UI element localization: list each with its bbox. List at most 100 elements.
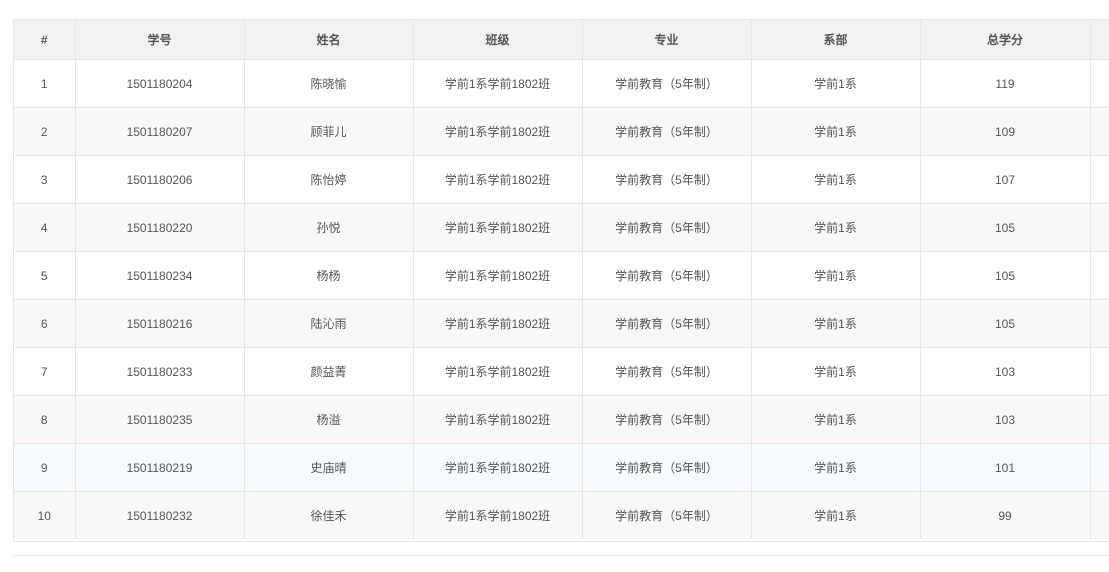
cell-index: 8 xyxy=(14,395,76,444)
cell-major: 学前教育（5年制） xyxy=(582,155,752,204)
header-student-id-label: 学号 xyxy=(147,33,172,47)
cell-department: 学前1系 xyxy=(751,491,921,539)
cell-total-credits: 105 xyxy=(920,251,1091,300)
cell-name: 陈怡婷 xyxy=(244,155,414,204)
cell-index: 4 xyxy=(14,203,76,252)
cell-class: 学前1系学前1802班 xyxy=(413,203,583,252)
cell-class: 学前1系学前1802班 xyxy=(413,251,583,300)
cell-department: 学前1系 xyxy=(751,251,921,300)
header-class[interactable]: 班级 xyxy=(413,20,583,60)
cell-class: 学前1系学前1802班 xyxy=(413,59,583,108)
cell-name: 杨杨 xyxy=(244,251,414,300)
table-row[interactable]: 2 1501180207 顾菲儿 学前1系学前1802班 学前教育（5年制） 学前1系 10… xyxy=(14,107,1109,156)
cell-department: 学前1系 xyxy=(751,347,921,396)
cell-overflow-column xyxy=(1090,443,1109,492)
cell-major: 学前教育（5年制） xyxy=(582,107,752,156)
cell-index: 3 xyxy=(14,155,76,204)
cell-index: 5 xyxy=(14,251,76,300)
header-department[interactable]: 系部 xyxy=(751,20,921,60)
cell-student-id: 1501180204 xyxy=(75,59,245,108)
cell-major: 学前教育（5年制） xyxy=(582,443,752,492)
table-row[interactable]: 4 1501180220 孙悦 学前1系学前1802班 学前教育（5年制） 学前1系 105 xyxy=(14,203,1109,252)
cell-student-id: 1501180232 xyxy=(75,491,245,539)
table-bottom-divider xyxy=(13,555,1109,556)
cell-total-credits: 103 xyxy=(920,395,1091,444)
cell-total-credits: 105 xyxy=(920,299,1091,348)
cell-total-credits: 101 xyxy=(920,443,1091,492)
header-total-credits[interactable]: 总学分 xyxy=(920,20,1091,60)
header-index[interactable]: # xyxy=(14,20,76,60)
cell-class: 学前1系学前1802班 xyxy=(413,155,583,204)
header-overflow-column xyxy=(1090,20,1109,60)
cell-class: 学前1系学前1802班 xyxy=(413,107,583,156)
cell-class: 学前1系学前1802班 xyxy=(413,443,583,492)
cell-name: 史庙晴 xyxy=(244,443,414,492)
cell-major: 学前教育（5年制） xyxy=(582,59,752,108)
cell-student-id: 1501180206 xyxy=(75,155,245,204)
cell-major: 学前教育（5年制） xyxy=(582,491,752,539)
cell-student-id: 1501180219 xyxy=(75,443,245,492)
table-row[interactable]: 9 1501180219 史庙晴 学前1系学前1802班 学前教育（5年制） 学前1系 10… xyxy=(14,443,1109,492)
table-row[interactable]: 8 1501180235 杨溢 学前1系学前1802班 学前教育（5年制） 学前1系 103 xyxy=(14,395,1109,444)
table-row[interactable]: 1 1501180204 陈晓愉 学前1系学前1802班 学前教育（5年制） 学前1系 11… xyxy=(14,59,1109,108)
cell-overflow-column xyxy=(1090,251,1109,300)
cell-total-credits: 119 xyxy=(920,59,1091,108)
cell-overflow-column xyxy=(1090,347,1109,396)
cell-name: 颜益菁 xyxy=(244,347,414,396)
header-department-label: 系部 xyxy=(823,33,848,47)
cell-overflow-column xyxy=(1090,491,1109,539)
table-row[interactable]: 5 1501180234 杨杨 学前1系学前1802班 学前教育（5年制） 学前1系 105 xyxy=(14,251,1109,300)
cell-total-credits: 99 xyxy=(920,491,1091,539)
cell-name: 孙悦 xyxy=(244,203,414,252)
table-body: 1 1501180204 陈晓愉 学前1系学前1802班 学前教育（5年制） 学前1系 11… xyxy=(14,59,1109,539)
cell-index: 2 xyxy=(14,107,76,156)
cell-student-id: 1501180207 xyxy=(75,107,245,156)
cell-major: 学前教育（5年制） xyxy=(582,395,752,444)
cell-department: 学前1系 xyxy=(751,203,921,252)
credit-ranking-table: # 学号 姓名 班级 专业 系部 总学分 1 1501180204 陈晓愉 学前1系学… xyxy=(13,19,1109,542)
cell-name: 徐佳禾 xyxy=(244,491,414,539)
cell-name: 陆沁雨 xyxy=(244,299,414,348)
cell-total-credits: 109 xyxy=(920,107,1091,156)
cell-student-id: 1501180233 xyxy=(75,347,245,396)
header-major[interactable]: 专业 xyxy=(582,20,752,60)
cell-name: 陈晓愉 xyxy=(244,59,414,108)
cell-total-credits: 107 xyxy=(920,155,1091,204)
cell-student-id: 1501180216 xyxy=(75,299,245,348)
data-table: # 学号 姓名 班级 专业 系部 总学分 1 1501180204 陈晓愉 学前1系学… xyxy=(14,20,1109,539)
cell-student-id: 1501180234 xyxy=(75,251,245,300)
cell-overflow-column xyxy=(1090,59,1109,108)
cell-total-credits: 103 xyxy=(920,347,1091,396)
cell-class: 学前1系学前1802班 xyxy=(413,347,583,396)
table-row[interactable]: 7 1501180233 颜益菁 学前1系学前1802班 学前教育（5年制） 学前1系 10… xyxy=(14,347,1109,396)
cell-major: 学前教育（5年制） xyxy=(582,203,752,252)
header-class-label: 班级 xyxy=(485,33,510,47)
cell-class: 学前1系学前1802班 xyxy=(413,299,583,348)
cell-department: 学前1系 xyxy=(751,395,921,444)
cell-name: 杨溢 xyxy=(244,395,414,444)
cell-index: 1 xyxy=(14,59,76,108)
cell-student-id: 1501180235 xyxy=(75,395,245,444)
cell-major: 学前教育（5年制） xyxy=(582,347,752,396)
table-row[interactable]: 3 1501180206 陈怡婷 学前1系学前1802班 学前教育（5年制） 学前1系 10… xyxy=(14,155,1109,204)
cell-index: 10 xyxy=(14,491,76,539)
cell-index: 7 xyxy=(14,347,76,396)
cell-index: 6 xyxy=(14,299,76,348)
cell-overflow-column xyxy=(1090,155,1109,204)
cell-department: 学前1系 xyxy=(751,59,921,108)
cell-class: 学前1系学前1802班 xyxy=(413,395,583,444)
table-header-row: # 学号 姓名 班级 专业 系部 总学分 xyxy=(14,20,1109,60)
cell-department: 学前1系 xyxy=(751,299,921,348)
cell-department: 学前1系 xyxy=(751,155,921,204)
cell-name: 顾菲儿 xyxy=(244,107,414,156)
header-major-label: 专业 xyxy=(654,33,679,47)
header-student-id[interactable]: 学号 xyxy=(75,20,245,60)
cell-overflow-column xyxy=(1090,203,1109,252)
header-name[interactable]: 姓名 xyxy=(244,20,414,60)
table-row[interactable]: 6 1501180216 陆沁雨 学前1系学前1802班 学前教育（5年制） 学前1系 10… xyxy=(14,299,1109,348)
header-index-label: # xyxy=(40,32,48,47)
header-total-credits-label: 总学分 xyxy=(986,33,1023,47)
cell-major: 学前教育（5年制） xyxy=(582,299,752,348)
table-row[interactable]: 10 1501180232 徐佳禾 学前1系学前1802班 学前教育（5年制） 学前1系 9… xyxy=(14,491,1109,539)
cell-department: 学前1系 xyxy=(751,443,921,492)
